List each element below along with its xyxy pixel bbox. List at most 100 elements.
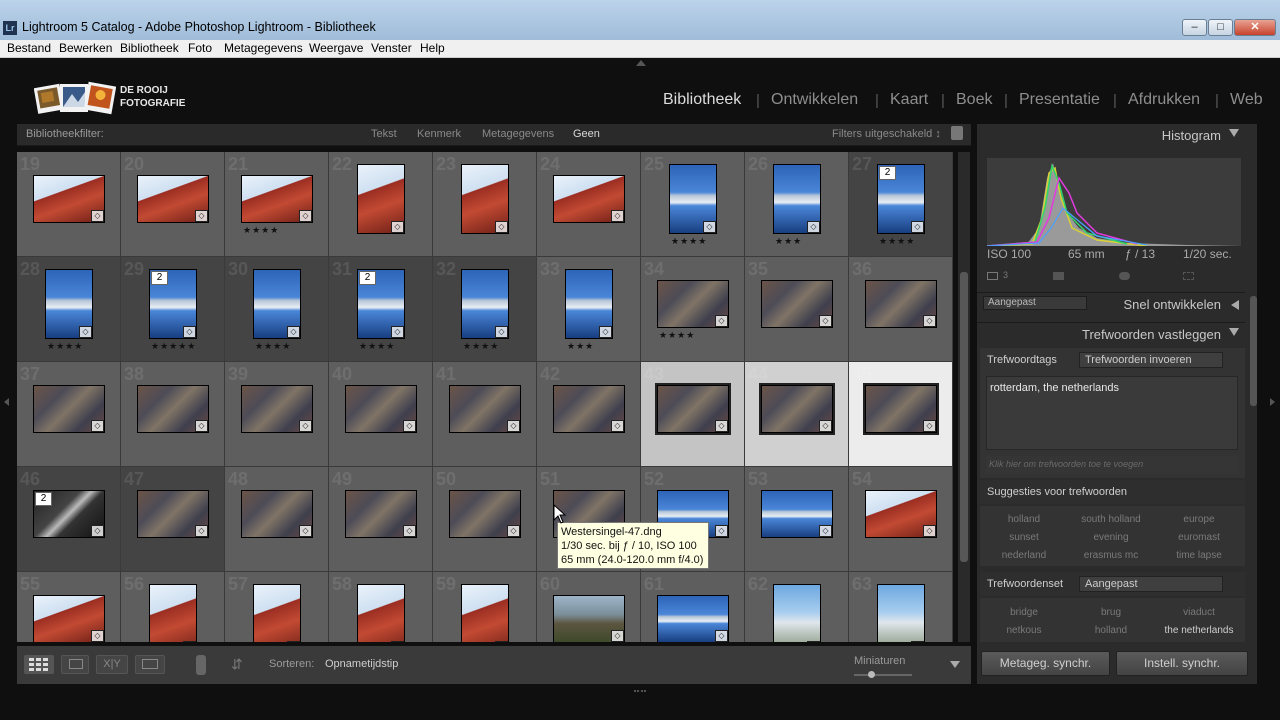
module-web[interactable]: Web xyxy=(1230,91,1263,109)
keyword-set-item[interactable]: brug xyxy=(1070,607,1152,618)
suggestion-keyword[interactable]: sunset xyxy=(983,532,1065,543)
module-boek[interactable]: Boek xyxy=(956,91,992,109)
filter-tab-kenmerk[interactable]: Kenmerk xyxy=(417,128,461,140)
module-bibliotheek[interactable]: Bibliotheek xyxy=(663,91,741,109)
add-keyword-field[interactable]: Klik hier om trefwoorden toe te voegen xyxy=(986,456,1238,474)
minimize-button[interactable]: – xyxy=(1182,19,1207,36)
grid-cell[interactable]: 28 ◇ ★★★★ xyxy=(17,257,121,362)
suggestion-keyword[interactable]: holland xyxy=(983,514,1065,525)
right-panel-toggle-icon[interactable] xyxy=(1270,398,1275,406)
keyword-badge-icon[interactable]: ◇ xyxy=(183,640,196,642)
grid-cell[interactable]: 55 ◇ xyxy=(17,572,121,642)
grid-cell[interactable]: 23 ◇ xyxy=(433,152,537,257)
photo-thumbnail[interactable] xyxy=(357,583,405,642)
menu-foto[interactable]: Foto xyxy=(188,41,212,55)
filter-preset-dropdown[interactable]: Filters uitgeschakeld ↕ xyxy=(832,128,941,140)
panel-collapse-top-icon[interactable] xyxy=(636,60,646,66)
keyword-badge-icon[interactable]: ◇ xyxy=(819,524,832,537)
keyword-badge-icon[interactable]: ◇ xyxy=(91,419,104,432)
menu-help[interactable]: Help xyxy=(420,41,445,55)
keyword-set-item[interactable]: bridge xyxy=(983,607,1065,618)
grid-cell[interactable]: 47 ◇ xyxy=(121,467,225,572)
keyword-badge-icon[interactable]: ◇ xyxy=(923,314,936,327)
keyword-badge-icon[interactable]: ◇ xyxy=(287,325,300,338)
star-rating[interactable]: ★★★ xyxy=(567,341,594,352)
grid-cell[interactable]: 38 ◇ xyxy=(121,362,225,467)
menu-weergave[interactable]: Weergave xyxy=(309,41,363,55)
star-rating[interactable]: ★★★★ xyxy=(671,236,707,247)
keyword-badge-icon[interactable]: ◇ xyxy=(183,325,196,338)
filter-tab-geen[interactable]: Geen xyxy=(573,128,600,140)
keyword-badge-icon[interactable]: ◇ xyxy=(91,629,104,642)
keyword-badge-icon[interactable]: ◇ xyxy=(819,419,832,432)
keyword-set-item[interactable]: netkous xyxy=(983,625,1065,636)
stack-count-badge[interactable]: 2 xyxy=(151,270,168,285)
photo-grid[interactable]: 19 ◇ 20 ◇ 21 ◇ ★★★★ 22 ◇ 23 ◇ 24 ◇ 25 ◇ ★★★★ 26 ◇ ★★★ 27 ◇ 2 ★… xyxy=(17,152,953,642)
grid-cell[interactable]: 33 ◇ ★★★ xyxy=(537,257,641,362)
keyword-badge-icon[interactable]: ◇ xyxy=(91,524,104,537)
keyword-badge-icon[interactable]: ◇ xyxy=(195,209,208,222)
stack-count-badge[interactable]: 2 xyxy=(35,491,52,506)
keyword-badge-icon[interactable]: ◇ xyxy=(703,220,716,233)
menu-metagegevens[interactable]: Metagegevens xyxy=(224,41,303,55)
grid-cell[interactable]: 43 ◇ xyxy=(641,362,745,467)
grid-cell[interactable]: 32 ◇ ★★★★ xyxy=(433,257,537,362)
menu-bibliotheek[interactable]: Bibliotheek xyxy=(120,41,179,55)
keyword-badge-icon[interactable]: ◇ xyxy=(495,325,508,338)
sort-direction-icon[interactable]: ⇵ xyxy=(231,656,243,673)
grid-cell[interactable]: 39 ◇ xyxy=(225,362,329,467)
star-rating[interactable]: ★★★★ xyxy=(659,330,695,341)
photo-thumbnail[interactable] xyxy=(149,583,197,642)
grid-cell[interactable]: 21 ◇ ★★★★ xyxy=(225,152,329,257)
histogram-header[interactable]: Histogram xyxy=(977,124,1245,148)
sync-settings-button[interactable]: Instell. synchr. xyxy=(1116,651,1248,676)
suggestion-keyword[interactable]: erasmus mc xyxy=(1070,550,1152,561)
keyword-badge-icon[interactable]: ◇ xyxy=(807,640,820,642)
left-panel-toggle-icon[interactable] xyxy=(4,398,9,406)
grid-cell[interactable]: 41 ◇ xyxy=(433,362,537,467)
grid-cell[interactable]: 59 ◇ xyxy=(433,572,537,642)
grid-cell[interactable]: 48 ◇ xyxy=(225,467,329,572)
keyword-set-select[interactable]: Aangepast xyxy=(1079,576,1223,592)
grid-cell[interactable]: 62 ◇ xyxy=(745,572,849,642)
keyword-badge-icon[interactable]: ◇ xyxy=(819,314,832,327)
module-presentatie[interactable]: Presentatie xyxy=(1019,91,1100,109)
suggestion-keyword[interactable]: south holland xyxy=(1070,514,1152,525)
module-afdrukken[interactable]: Afdrukken xyxy=(1128,91,1200,109)
keyword-badge-icon[interactable]: ◇ xyxy=(923,419,936,432)
keyword-badge-icon[interactable]: ◇ xyxy=(299,209,312,222)
keyword-badge-icon[interactable]: ◇ xyxy=(299,419,312,432)
thumbnail-size-slider[interactable] xyxy=(854,671,912,678)
grid-cell[interactable]: 20 ◇ xyxy=(121,152,225,257)
star-rating[interactable]: ★★★★ xyxy=(243,225,279,236)
grid-cell[interactable]: 29 ◇ 2 ★★★★★ xyxy=(121,257,225,362)
grid-cell[interactable]: 31 ◇ 2 ★★★★ xyxy=(329,257,433,362)
adjustment-tool-icon[interactable] xyxy=(1183,272,1194,280)
keyword-badge-icon[interactable]: ◇ xyxy=(79,325,92,338)
suggestion-keyword[interactable]: time lapse xyxy=(1158,550,1240,561)
menu-bestand[interactable]: Bestand xyxy=(7,41,51,55)
keyword-badge-icon[interactable]: ◇ xyxy=(507,524,520,537)
sync-metadata-button[interactable]: Metageg. synchr. xyxy=(981,651,1110,676)
grid-cell[interactable]: 36 ◇ xyxy=(849,257,953,362)
keyword-badge-icon[interactable]: ◇ xyxy=(195,419,208,432)
thumbnail-size-slider-knob[interactable] xyxy=(868,671,875,678)
keyword-badge-icon[interactable]: ◇ xyxy=(495,220,508,233)
right-panel-scrollbar[interactable] xyxy=(1250,296,1257,406)
filmstrip-toggle-icon[interactable] xyxy=(634,690,646,694)
photo-thumbnail[interactable] xyxy=(461,583,509,642)
keyword-set-item-active[interactable]: the netherlands xyxy=(1158,625,1240,636)
keyword-badge-icon[interactable]: ◇ xyxy=(599,325,612,338)
keyword-badge-icon[interactable]: ◇ xyxy=(715,419,728,432)
grid-cell[interactable]: 57 ◇ xyxy=(225,572,329,642)
keyword-badge-icon[interactable]: ◇ xyxy=(911,640,924,642)
crop-tool-icon[interactable] xyxy=(987,272,998,280)
stack-count-badge[interactable]: 2 xyxy=(359,270,376,285)
keyword-badge-icon[interactable]: ◇ xyxy=(611,209,624,222)
star-rating[interactable]: ★★★★★ xyxy=(151,341,196,352)
grid-cell[interactable]: 30 ◇ ★★★★ xyxy=(225,257,329,362)
survey-view-icon[interactable] xyxy=(135,655,165,674)
suggestion-keyword[interactable]: nederland xyxy=(983,550,1065,561)
keyword-badge-icon[interactable]: ◇ xyxy=(391,220,404,233)
module-kaart[interactable]: Kaart xyxy=(890,91,928,109)
